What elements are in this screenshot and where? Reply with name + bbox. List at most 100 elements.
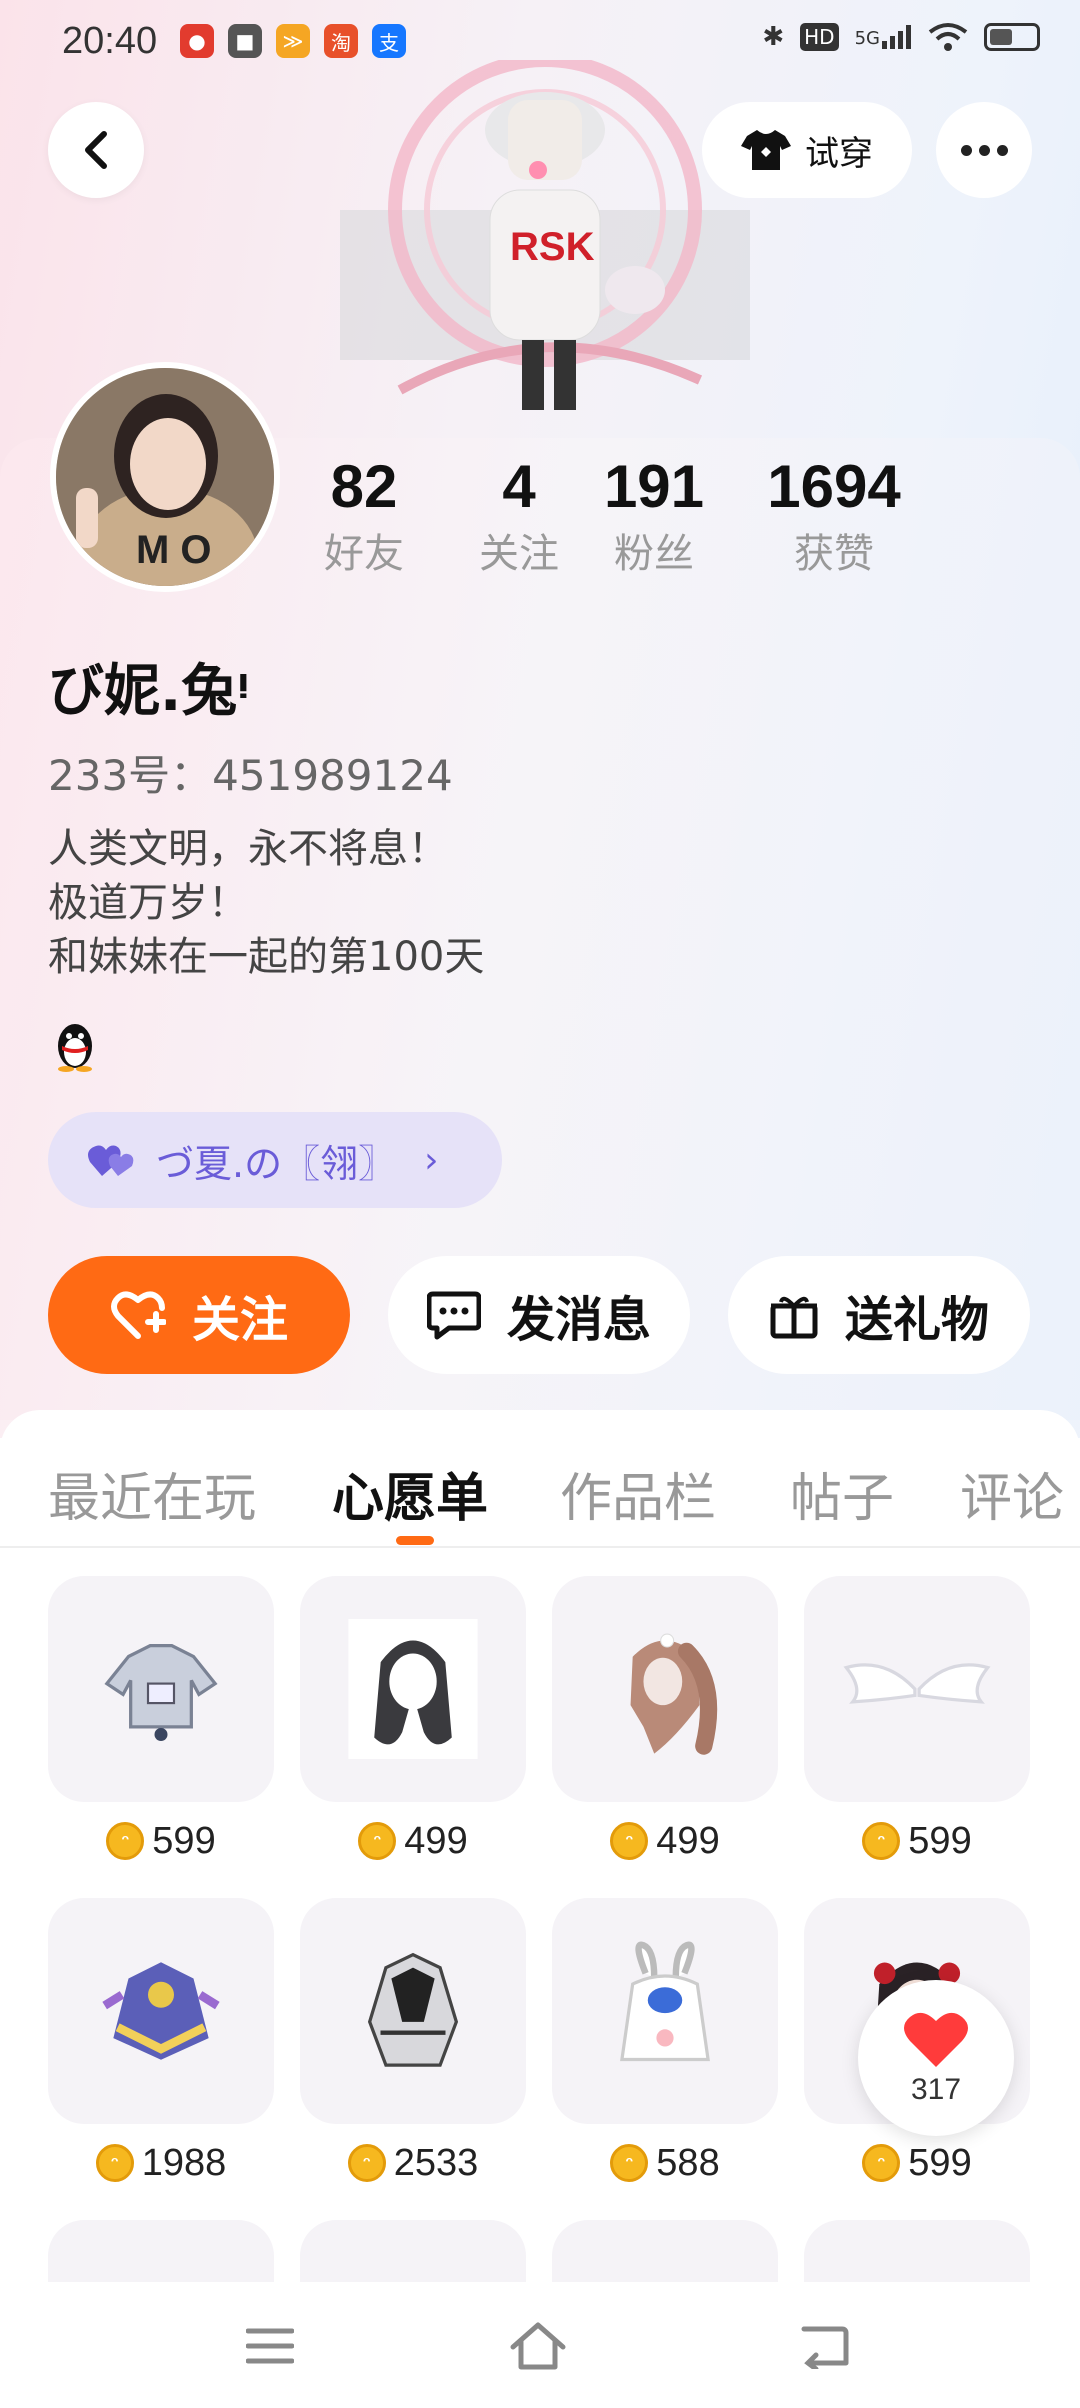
partner-relationship-badge[interactable]: づ夏.の〖翎〗 ›: [48, 1112, 502, 1208]
follow-button[interactable]: 关注: [48, 1256, 350, 1374]
price-value: 588: [656, 2141, 720, 2184]
price-value: 499: [404, 1819, 468, 1862]
wishlist-item[interactable]: ᵔ 1988: [48, 1898, 274, 2188]
coin-icon: ᵔ: [610, 1822, 649, 1860]
qq-penguin-icon[interactable]: [52, 1022, 98, 1072]
svg-text:M O: M O: [136, 528, 212, 572]
bluetooth-icon: ✱: [762, 22, 785, 52]
chat-bubble-icon: [426, 1291, 481, 1340]
action-row: 关注 发消息 送礼物: [48, 1256, 1038, 1374]
back-button[interactable]: [48, 102, 144, 198]
wishlist-item-image: [300, 1576, 526, 1802]
price-value: 599: [908, 2141, 972, 2184]
stat-3[interactable]: 1694 获赞: [734, 452, 934, 579]
svg-text:RSK: RSK: [510, 225, 595, 269]
coin-icon: ᵔ: [106, 1822, 145, 1860]
active-tab-indicator: [396, 1536, 434, 1545]
wishlist-item[interactable]: ᵔ 499: [552, 1576, 778, 1866]
tab-posts[interactable]: 帖子: [790, 1456, 894, 1531]
wishlist-item-image: [552, 1576, 778, 1802]
like-count: 317: [910, 2073, 962, 2106]
wishlist-item-price: ᵔ 499: [552, 1816, 778, 1866]
tab-works[interactable]: 作品栏: [560, 1456, 716, 1531]
price-value: 2533: [393, 2141, 479, 2184]
stat-value: 191: [603, 453, 705, 520]
user-id: 233号：451989124: [48, 751, 453, 800]
heart-plus-icon: [111, 1291, 166, 1339]
follow-label: 关注: [191, 1292, 288, 1348]
send-message-button[interactable]: 发消息: [388, 1256, 690, 1374]
wishlist-item-price: ᵔ 1988: [48, 2138, 274, 2188]
list-item[interactable]: [300, 2220, 526, 2282]
stat-label: 获赞: [794, 531, 874, 577]
wishlist-item[interactable]: ᵔ 2533: [300, 1898, 526, 2188]
wishlist-item-image: [552, 1898, 778, 2124]
taobao-icon: 淘: [324, 24, 358, 58]
more-button[interactable]: [936, 102, 1032, 198]
send-message-label: 发消息: [506, 1292, 651, 1348]
coin-icon: ᵔ: [95, 2144, 134, 2182]
status-app-icons: ● ■ ≫ 淘支: [180, 24, 406, 58]
bio-line: 人类文明，永不将息！: [48, 826, 448, 872]
chevron-left-icon: [85, 131, 107, 169]
hd-icon: HD: [800, 23, 839, 51]
send-gift-label: 送礼物: [844, 1292, 989, 1348]
more-icon: [960, 144, 972, 156]
signal-icon: 5G: [855, 25, 912, 49]
menu-nav-button[interactable]: [240, 2318, 300, 2374]
list-item[interactable]: [552, 2220, 778, 2282]
stat-value: 1694: [767, 453, 901, 520]
try-on-button[interactable]: 试穿: [702, 102, 912, 198]
avatar-photo: M O: [56, 368, 274, 586]
wishlist-item-image: [300, 1898, 526, 2124]
chevron-right-icon: ›: [424, 1139, 439, 1181]
wishlist-item-image: [48, 1898, 274, 2124]
bio: 人类文明，永不将息！ 极道万岁！ 和妹妹在一起的第100天: [48, 822, 484, 984]
profile-stats: 82 好友 4 关注 191 粉丝 1694 获赞: [300, 452, 1060, 592]
home-icon: [510, 2322, 566, 2370]
wishlist-item[interactable]: ᵔ 499: [300, 1576, 526, 1866]
stat-2[interactable]: 191 粉丝: [554, 452, 754, 579]
tab-comments[interactable]: 评论: [960, 1456, 1064, 1531]
profile-tabs: 最近在玩 心愿单 作品栏 帖子 评论: [0, 1410, 1080, 1548]
status-right: ✱ HD 5G: [762, 22, 1040, 52]
wishlist-item-image: [804, 1576, 1030, 1802]
alipay-icon: 支: [372, 24, 406, 58]
avatar[interactable]: M O: [50, 362, 280, 592]
gift-icon: [770, 1296, 818, 1339]
menu-icon: [246, 2328, 294, 2364]
tab-recently-played[interactable]: 最近在玩: [48, 1456, 256, 1531]
list-item[interactable]: [48, 2220, 274, 2282]
coin-icon: ᵔ: [358, 1822, 397, 1860]
partner-name: づ夏.の〖翎〗: [156, 1141, 397, 1186]
bio-line: 和妹妹在一起的第100天: [48, 934, 485, 980]
tab-wishlist[interactable]: 心愿单: [332, 1456, 488, 1531]
video-icon: ■: [228, 24, 262, 58]
wishlist-item[interactable]: ᵔ 599: [48, 1576, 274, 1866]
wishlist-item-price: ᵔ 599: [804, 1816, 1030, 1866]
list-item[interactable]: [804, 2220, 1030, 2282]
wifi-icon: [928, 23, 968, 51]
back-nav-button[interactable]: [794, 2318, 854, 2374]
status-time: 20:40: [62, 20, 158, 62]
heart-icon: [904, 2012, 968, 2067]
home-nav-button[interactable]: [508, 2318, 568, 2374]
wishlist-item-price: ᵔ 599: [48, 1816, 274, 1866]
wishlist-item-image: [48, 1576, 274, 1802]
app-red-icon: ●: [180, 24, 214, 58]
try-on-label: 试穿: [805, 133, 873, 174]
username: び妮.兔ᵎ: [48, 659, 250, 724]
wishlist-item[interactable]: ᵔ 599: [804, 1576, 1030, 1866]
price-value: 599: [152, 1819, 216, 1862]
tshirt-icon: [741, 130, 791, 170]
back-arrow-icon: [801, 2326, 849, 2369]
battery-icon: [984, 23, 1040, 51]
coin-icon: ᵔ: [862, 2144, 901, 2182]
wishlist-item-price: ᵔ 599: [804, 2138, 1030, 2188]
send-gift-button[interactable]: 送礼物: [728, 1256, 1030, 1374]
wishlist-item[interactable]: ᵔ 588: [552, 1898, 778, 2188]
floating-like-button[interactable]: 317: [858, 1980, 1014, 2136]
price-value: 499: [656, 1819, 720, 1862]
network-label: 5G: [854, 28, 880, 49]
wishlist-item-price: ᵔ 588: [552, 2138, 778, 2188]
